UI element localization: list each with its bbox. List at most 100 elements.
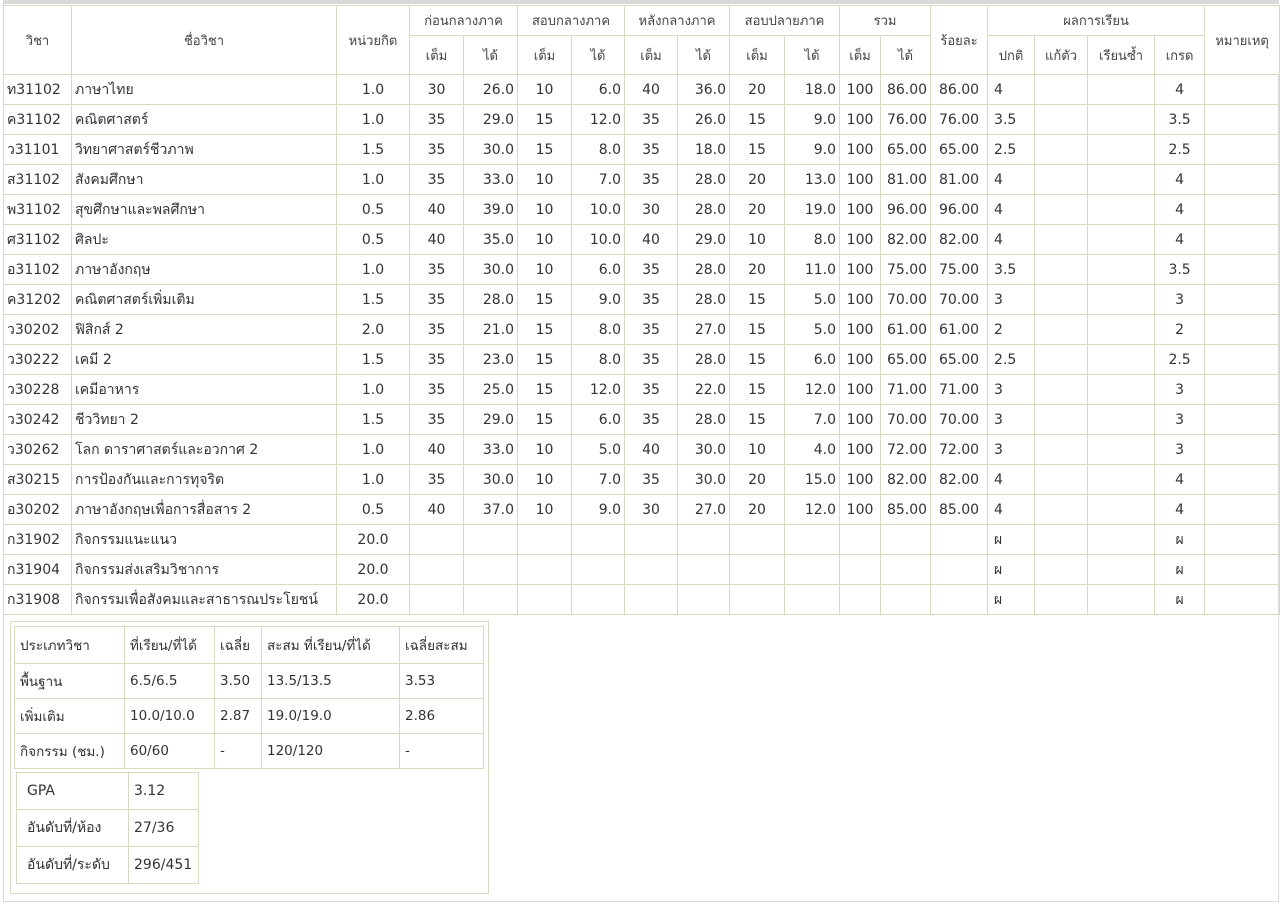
summary-cumulative: 13.5/13.5 xyxy=(261,663,400,699)
cell-credit: 1.5 xyxy=(336,134,410,165)
cell-before-midterm-full: 35 xyxy=(409,314,464,345)
cell-before-midterm-got: 21.0 xyxy=(463,314,518,345)
cell-total-full: 100 xyxy=(839,374,882,405)
header-full: เต็ม xyxy=(729,35,786,75)
cell-result-fix xyxy=(1034,134,1089,165)
cell-result-repeat xyxy=(1087,284,1156,315)
cell-total-got: 82.00 xyxy=(880,224,932,255)
cell-credit: 1.5 xyxy=(336,284,410,315)
cell-grade: 2.5 xyxy=(1154,134,1206,165)
cell-grade: 4 xyxy=(1154,224,1206,255)
cell-total-got: 61.00 xyxy=(880,314,932,345)
cell-result-fix xyxy=(1034,404,1089,435)
cell-result-normal: 4 xyxy=(987,494,1036,525)
summary-studied: 10.0/10.0 xyxy=(124,698,215,734)
cell-grade: 3 xyxy=(1154,374,1206,405)
cell-before-midterm-full xyxy=(409,584,464,615)
cell-after-midterm-got: 28.0 xyxy=(677,404,731,435)
summary-studied: 60/60 xyxy=(124,733,215,769)
cell-credit: 1.0 xyxy=(336,74,410,105)
cell-subject-code: ว30242 xyxy=(3,404,72,435)
cell-after-midterm-full: 40 xyxy=(624,224,679,255)
cell-grade: ผ xyxy=(1154,554,1206,585)
cell-midterm-got xyxy=(570,554,626,585)
cell-midterm-full: 15 xyxy=(517,314,572,345)
cell-total-got: 85.00 xyxy=(880,494,932,525)
summary-row-activity: กิจกรรม (ชม.) 60/60 - 120/120 - xyxy=(14,733,484,769)
cell-midterm-got xyxy=(570,524,626,555)
cell-grade: ผ xyxy=(1154,584,1206,615)
cell-before-midterm-full: 40 xyxy=(409,434,464,465)
cell-result-fix xyxy=(1034,344,1089,375)
cell-subject-code: ว30222 xyxy=(3,344,72,375)
cell-after-midterm-got: 27.0 xyxy=(677,494,731,525)
cell-grade: 4 xyxy=(1154,464,1206,495)
cell-result-repeat xyxy=(1087,404,1156,435)
cell-subject-code: อ31102 xyxy=(3,254,72,285)
cell-midterm-full: 15 xyxy=(517,404,572,435)
cell-remark xyxy=(1204,284,1281,315)
cell-midterm-got xyxy=(570,584,626,615)
cell-subject-name: คณิตศาสตร์ xyxy=(71,104,337,135)
cell-subject-code: ว31101 xyxy=(3,134,72,165)
cell-total-full: 100 xyxy=(839,104,882,135)
cell-result-normal: 3 xyxy=(987,284,1036,315)
cell-midterm-full: 15 xyxy=(517,104,572,135)
cell-total-full: 100 xyxy=(839,194,882,225)
summary-avg: 3.50 xyxy=(214,663,262,699)
cell-result-normal: 2.5 xyxy=(987,134,1036,165)
cell-total-got xyxy=(880,584,932,615)
cell-final-got: 12.0 xyxy=(784,494,841,525)
cell-final-full: 20 xyxy=(729,254,786,285)
cell-final-full: 15 xyxy=(729,284,786,315)
cell-final-full: 10 xyxy=(729,224,786,255)
cell-subject-name: ภาษาอังกฤษ xyxy=(71,254,337,285)
table-row: ส31102 สังคมศึกษา 1.0 35 33.0 10 7.0 35 28.0 20 13… xyxy=(3,164,1281,195)
cell-remark xyxy=(1204,194,1281,225)
header-got: ได้ xyxy=(463,35,518,75)
cell-subject-code: ก31908 xyxy=(3,584,72,615)
cell-total-got: 72.00 xyxy=(880,434,932,465)
header-got: ได้ xyxy=(880,35,932,75)
header-full: เต็ม xyxy=(409,35,464,75)
cell-credit: 0.5 xyxy=(336,494,410,525)
cell-before-midterm-got: 37.0 xyxy=(463,494,518,525)
cell-after-midterm-full: 40 xyxy=(624,434,679,465)
cell-result-normal: 4 xyxy=(987,194,1036,225)
cell-midterm-full xyxy=(517,584,572,615)
cell-remark xyxy=(1204,254,1281,285)
summary-cumulative: 19.0/19.0 xyxy=(261,698,400,734)
cell-remark xyxy=(1204,164,1281,195)
cell-subject-code: ค31102 xyxy=(3,104,72,135)
cell-result-normal: 4 xyxy=(987,74,1036,105)
cell-final-full: 20 xyxy=(729,164,786,195)
cell-percent: 72.00 xyxy=(930,434,989,465)
cell-before-midterm-full: 40 xyxy=(409,494,464,525)
cell-midterm-got: 6.0 xyxy=(570,74,626,105)
cell-final-full: 20 xyxy=(729,464,786,495)
cell-remark xyxy=(1204,104,1281,135)
cell-grade: 4 xyxy=(1154,194,1206,225)
level-rank-label: อันดับที่/ระดับ xyxy=(16,846,129,884)
cell-before-midterm-got: 25.0 xyxy=(463,374,518,405)
cell-before-midterm-full: 35 xyxy=(409,374,464,405)
cell-before-midterm-full: 35 xyxy=(409,284,464,315)
cell-after-midterm-got: 27.0 xyxy=(677,314,731,345)
cell-midterm-full: 10 xyxy=(517,254,572,285)
summary-header-avg: เฉลี่ย xyxy=(214,626,262,664)
cell-midterm-full: 10 xyxy=(517,434,572,465)
class-rank-row: อันดับที่/ห้อง 27/36 xyxy=(16,809,199,847)
header-percent: ร้อยละ xyxy=(930,5,989,75)
cell-credit: 1.0 xyxy=(336,254,410,285)
cell-result-normal: 2.5 xyxy=(987,344,1036,375)
cell-after-midterm-full: 35 xyxy=(624,164,679,195)
summary-studied: 6.5/6.5 xyxy=(124,663,215,699)
cell-total-got: 82.00 xyxy=(880,464,932,495)
cell-remark xyxy=(1204,314,1281,345)
cell-result-repeat xyxy=(1087,164,1156,195)
cell-remark xyxy=(1204,584,1281,615)
cell-after-midterm-full xyxy=(624,584,679,615)
cell-total-full xyxy=(839,584,882,615)
cell-after-midterm-got: 28.0 xyxy=(677,194,731,225)
cell-result-fix xyxy=(1034,434,1089,465)
